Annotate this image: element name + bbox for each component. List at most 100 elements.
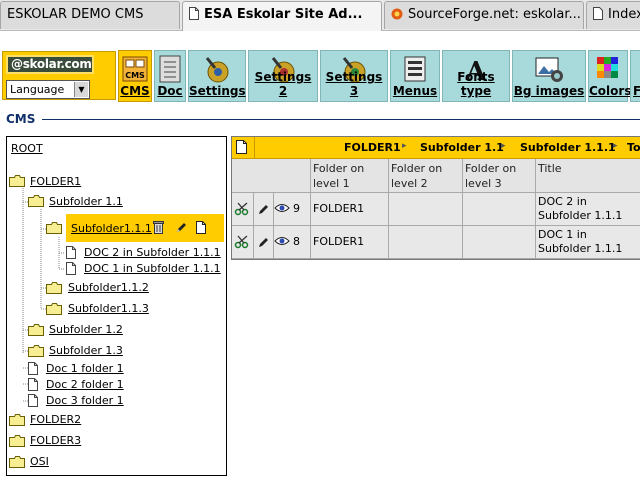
doc-icon [154, 54, 186, 84]
tree-item-folder2[interactable]: FOLDER2 [30, 413, 81, 426]
table-header-level-1: Folder on level 1 [311, 159, 389, 193]
browser-tab-sourceforge[interactable]: SourceForge.net: eskolar... [384, 1, 584, 29]
view-eye-icon[interactable] [274, 203, 290, 217]
table-row [232, 226, 254, 259]
eskolar-logo: @skolar.com [6, 55, 94, 74]
table-cell [463, 193, 536, 226]
tab-label: ESKOLAR DEMO CMS [7, 7, 144, 22]
toolbar-button-cms[interactable]: CMS CMS [118, 50, 152, 102]
document-icon [66, 262, 76, 275]
page-icon [236, 140, 247, 157]
toolbar-button-settings-2[interactable]: Settings 2 [248, 50, 318, 102]
toolbar-label: Settings 3 [325, 70, 383, 98]
tree-item-subfolder-1-1-3[interactable]: Subfolder1.1.3 [68, 302, 149, 315]
documents-table: FOLDER1 ▸ Subfolder 1.1 ▸ Subfolder 1.1.… [231, 136, 640, 260]
sourceforge-icon [391, 8, 403, 24]
document-icon [66, 246, 76, 259]
edit-pencil-icon[interactable] [175, 221, 188, 237]
edit-pencil-icon[interactable] [258, 235, 270, 252]
page-icon [593, 7, 603, 24]
tab-label: SourceForge.net: eskolar... [408, 7, 581, 22]
table-cell [389, 226, 463, 259]
document-icon [28, 394, 38, 407]
row-id: 9 [293, 202, 300, 215]
menus-icon [399, 54, 431, 84]
tree-item-subfolder-1-1-2[interactable]: Subfolder1.1.2 [68, 281, 149, 294]
tree-item-folder3[interactable]: FOLDER3 [30, 434, 81, 447]
folder-icon [46, 303, 62, 315]
toolbar-label: Menus [392, 84, 438, 98]
table-header-level-2: Folder on level 2 [389, 159, 463, 193]
chevron-right-icon: ▸ [501, 141, 506, 151]
table-header-title: Title [536, 159, 640, 193]
tree-item-doc-1[interactable]: DOC 1 in Subfolder 1.1.1 [84, 262, 221, 275]
colors-icon [592, 54, 624, 84]
tree-item-subfolder-1-2[interactable]: Subfolder 1.2 [49, 323, 123, 336]
toolbar-button-settings[interactable]: Settings [188, 50, 246, 102]
new-document-icon[interactable] [196, 221, 206, 237]
breadcrumb-item[interactable]: To [627, 141, 640, 154]
tab-label: ESA Eskolar Site Ad... [204, 7, 363, 22]
toolbar-button-fonts-type[interactable]: A Fonts type [442, 50, 510, 102]
toolbar-button-menus[interactable]: Menus [390, 50, 440, 102]
table-cell [254, 193, 274, 226]
folder-icon [9, 456, 25, 468]
document-icon [28, 378, 38, 391]
cms-toolbar: @skolar.com Language ▼ CMS CMS Doc Setti… [0, 46, 640, 103]
toolbar-label: Doc [157, 84, 183, 98]
cut-scissors-icon[interactable] [234, 202, 250, 220]
folder-icon [46, 282, 62, 294]
tree-item-subfolder-1-3[interactable]: Subfolder 1.3 [49, 344, 123, 357]
browser-tab-cms[interactable]: ESKOLAR DEMO CMS [0, 1, 180, 29]
cut-scissors-icon[interactable] [234, 235, 250, 253]
breadcrumb-item[interactable]: Subfolder 1.1 [420, 141, 504, 154]
toolbar-button-bg-images[interactable]: Bg images [512, 50, 586, 102]
breadcrumb-item[interactable]: Subfolder 1.1.1 [520, 141, 616, 154]
browser-tab-site-admin[interactable]: ESA Eskolar Site Ad... [182, 1, 382, 31]
tree-item-osi[interactable]: OSI [30, 455, 49, 468]
language-select[interactable]: Language ▼ [6, 80, 90, 99]
section-divider [42, 119, 640, 120]
table-cell: FOLDER1 [311, 226, 389, 259]
table-cell: 8 [274, 226, 311, 259]
toolbar-label: Settings 2 [254, 70, 312, 98]
tree-root[interactable]: ROOT [11, 142, 43, 155]
folder-icon [46, 222, 62, 234]
tree-item-subfolder-1-1[interactable]: Subfolder 1.1 [49, 195, 123, 208]
tree-item-doc-2[interactable]: DOC 2 in Subfolder 1.1.1 [84, 246, 221, 259]
table-cell [463, 226, 536, 259]
breadcrumb-item[interactable]: FOLDER1 [344, 141, 401, 154]
tree-item-folder1[interactable]: FOLDER1 [30, 175, 81, 188]
toolbar-label: F [631, 84, 640, 98]
folder-tree: ROOT FOLDER1 Subfolder 1.1 Subfolder1.1.… [6, 136, 227, 476]
toolbar-label: Bg images [513, 84, 585, 98]
edit-pencil-icon[interactable] [258, 202, 270, 219]
breadcrumb-divider [254, 137, 255, 159]
chevron-right-icon: ▸ [402, 141, 407, 151]
table-header-level-3: Folder on level 3 [463, 159, 536, 193]
tree-item-doc-2-folder-1[interactable]: Doc 2 folder 1 [46, 378, 124, 391]
table-cell-title[interactable]: DOC 2 in Subfolder 1.1.1 [536, 193, 640, 226]
tree-item-doc-3-folder-1[interactable]: Doc 3 folder 1 [46, 394, 124, 407]
table-cell: FOLDER1 [311, 193, 389, 226]
table-cell: 9 [274, 193, 311, 226]
chevron-down-icon[interactable]: ▼ [74, 82, 88, 97]
row-id: 8 [293, 235, 300, 248]
trash-icon[interactable] [153, 220, 164, 237]
toolbar-label: Fonts type [457, 70, 495, 98]
tree-item-doc-1-folder-1[interactable]: Doc 1 folder 1 [46, 362, 124, 375]
table-cell-title[interactable]: DOC 1 in Subfolder 1.1.1 [536, 226, 640, 259]
toolbar-button-settings-3[interactable]: Settings 3 [320, 50, 388, 102]
folder-icon [9, 175, 25, 187]
fonts-icon: F [631, 54, 640, 84]
toolbar-button-colors[interactable]: Colors [588, 50, 631, 102]
folder-icon [28, 345, 44, 357]
browser-tab-index[interactable]: Index [586, 1, 640, 29]
view-eye-icon[interactable] [274, 236, 290, 250]
settings-icon [201, 54, 233, 84]
tree-item-subfolder-1-1-1[interactable]: Subfolder1.1.1 [71, 222, 152, 235]
table-cell [389, 193, 463, 226]
toolbar-button-doc[interactable]: Doc [154, 50, 186, 102]
folder-icon [9, 414, 25, 426]
toolbar-button-overflow[interactable]: F F [630, 50, 640, 102]
